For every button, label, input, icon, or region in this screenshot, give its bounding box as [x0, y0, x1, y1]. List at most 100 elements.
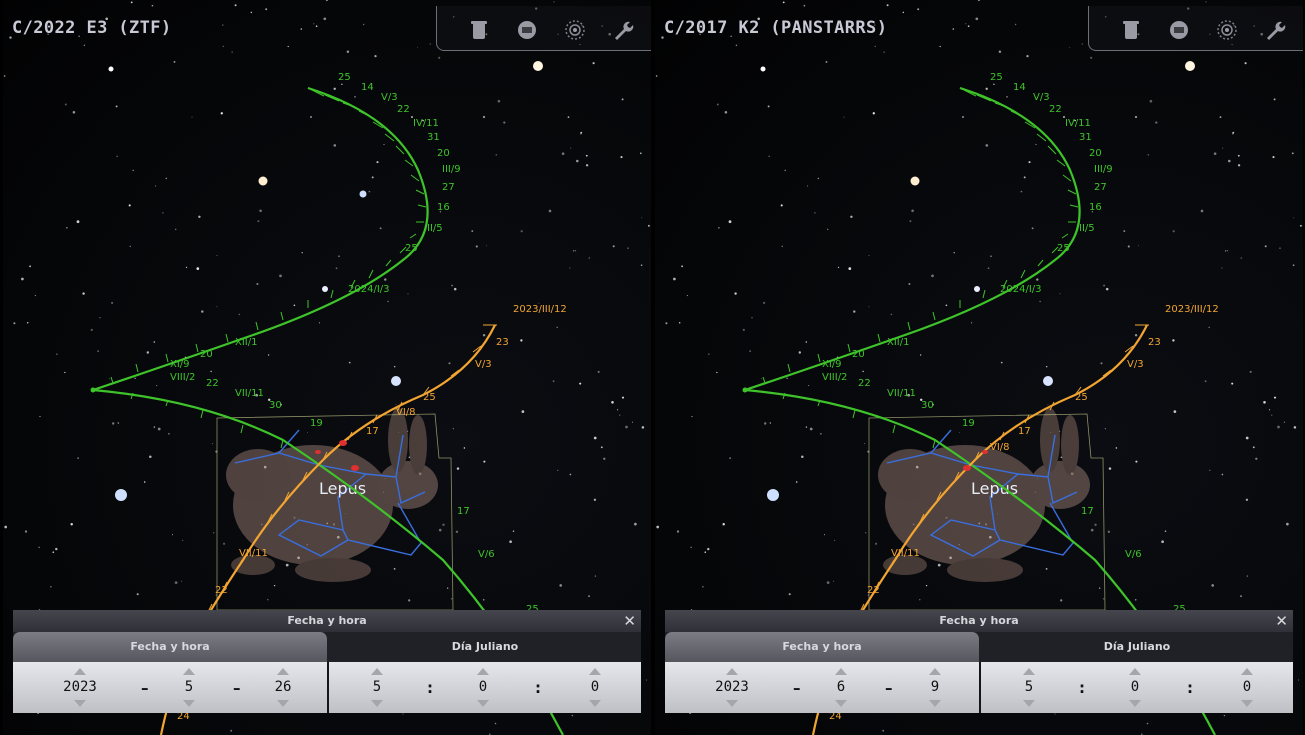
star	[1244, 62, 1247, 65]
svg-text:VI/8: VI/8	[990, 442, 1010, 453]
hour-spinner[interactable]: 5	[357, 662, 397, 713]
star	[1028, 161, 1031, 164]
star	[216, 306, 218, 308]
tab-julian-day[interactable]: Día Juliano	[329, 632, 641, 662]
day-value: 26	[274, 679, 292, 695]
month-spinner[interactable]: 6	[821, 662, 861, 713]
tab-date-time[interactable]: Fecha y hora	[665, 632, 979, 662]
star	[521, 410, 525, 413]
increment-icon[interactable]	[371, 668, 383, 675]
increment-icon[interactable]	[1241, 668, 1253, 675]
star	[503, 121, 506, 124]
star	[21, 277, 24, 281]
stop-button[interactable]	[513, 16, 541, 44]
second-spinner[interactable]: 0	[575, 662, 615, 713]
day-spinner[interactable]: 9	[913, 662, 957, 713]
star	[182, 539, 184, 541]
decrement-icon[interactable]	[929, 700, 941, 707]
svg-text:22: 22	[206, 378, 219, 389]
settings-button[interactable]	[609, 16, 637, 44]
star	[450, 598, 453, 600]
close-button[interactable]: ✕	[623, 611, 636, 631]
star	[56, 353, 58, 355]
star	[181, 580, 183, 582]
decrement-icon[interactable]	[726, 700, 738, 707]
decrement-icon[interactable]	[1129, 700, 1141, 707]
settings-button[interactable]	[1261, 16, 1289, 44]
decrement-icon[interactable]	[371, 700, 383, 707]
star	[273, 584, 276, 587]
decrement-icon[interactable]	[277, 700, 289, 707]
star	[1102, 598, 1105, 600]
second-spinner[interactable]: 0	[1227, 662, 1267, 713]
stop-button[interactable]	[1165, 16, 1193, 44]
close-button[interactable]: ✕	[1275, 611, 1288, 631]
decrement-icon[interactable]	[183, 700, 195, 707]
star	[958, 431, 960, 433]
increment-icon[interactable]	[74, 668, 86, 675]
increment-icon[interactable]	[726, 668, 738, 675]
year-spinner[interactable]: 2023	[53, 662, 107, 713]
trash-button[interactable]	[1117, 16, 1145, 44]
star	[1240, 257, 1243, 259]
decrement-icon[interactable]	[835, 700, 847, 707]
star	[174, 581, 178, 584]
star	[115, 105, 118, 108]
target-button[interactable]	[561, 16, 589, 44]
star	[1023, 176, 1026, 179]
star	[998, 50, 1002, 54]
star	[872, 112, 875, 115]
increment-icon[interactable]	[277, 668, 289, 675]
increment-icon[interactable]	[1023, 668, 1035, 675]
star	[686, 295, 688, 297]
minute-spinner[interactable]: 0	[1115, 662, 1155, 713]
increment-icon[interactable]	[477, 668, 489, 675]
target-icon	[565, 20, 585, 40]
star	[267, 599, 269, 601]
star	[917, 8, 920, 11]
star	[1138, 245, 1140, 247]
star	[826, 581, 830, 584]
tab-date-time[interactable]: Fecha y hora	[13, 632, 327, 662]
star	[354, 96, 356, 98]
star	[993, 83, 995, 85]
increment-icon[interactable]	[835, 668, 847, 675]
tab-julian-day[interactable]: Día Juliano	[981, 632, 1293, 662]
sky-view-right[interactable]: Lepus 25 14 V/3 22 IV/11 31 20 III/9 27 …	[655, 0, 1303, 735]
day-spinner[interactable]: 26	[261, 662, 305, 713]
target-button[interactable]	[1213, 16, 1241, 44]
month-spinner[interactable]: 5	[169, 662, 209, 713]
increment-icon[interactable]	[183, 668, 195, 675]
star	[902, 11, 905, 14]
trash-button[interactable]	[465, 16, 493, 44]
minute-spinner[interactable]: 0	[463, 662, 503, 713]
sky-view-left[interactable]: Lepus 25 14 V/3 22 IV/11 31 20 III/9 27 …	[3, 0, 651, 735]
star	[1213, 152, 1217, 156]
year-spinner[interactable]: 2023	[705, 662, 759, 713]
star	[1115, 447, 1118, 449]
svg-text:17: 17	[457, 506, 470, 517]
star	[734, 292, 737, 295]
date-separator: –	[793, 679, 801, 697]
bright-star	[322, 286, 328, 292]
star	[497, 99, 501, 103]
decrement-icon[interactable]	[74, 700, 86, 707]
star	[222, 542, 226, 545]
star	[588, 257, 591, 259]
decrement-icon[interactable]	[477, 700, 489, 707]
star	[724, 111, 728, 114]
decrement-icon[interactable]	[1241, 700, 1253, 707]
star	[805, 341, 808, 343]
star	[1123, 230, 1126, 233]
bright-star	[108, 66, 114, 72]
decrement-icon[interactable]	[1023, 700, 1035, 707]
decrement-icon[interactable]	[589, 700, 601, 707]
increment-icon[interactable]	[1129, 668, 1141, 675]
increment-icon[interactable]	[589, 668, 601, 675]
star	[1045, 568, 1048, 570]
hour-spinner[interactable]: 5	[1009, 662, 1049, 713]
star	[819, 432, 822, 435]
increment-icon[interactable]	[929, 668, 941, 675]
svg-text:25: 25	[1057, 243, 1070, 254]
star	[456, 467, 460, 470]
